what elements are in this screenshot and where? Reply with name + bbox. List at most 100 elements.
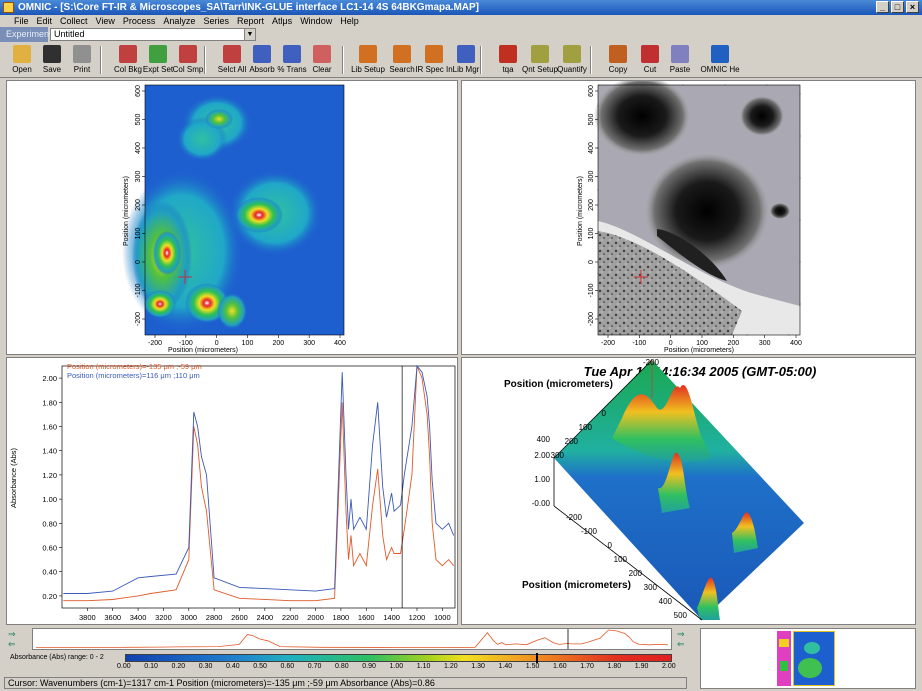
experiment-value: Untitled xyxy=(54,29,85,39)
colorbar-tick-label: 1.30 xyxy=(471,663,485,670)
video-image-pane[interactable]: -200 -100 0 100 200 300 400 600 500 400 300 200 100 0… xyxy=(461,76,916,355)
toolbar-label: Copy xyxy=(608,65,628,74)
surface-bottom-tick-label: 100 xyxy=(614,555,628,564)
menu-item-help[interactable]: Help xyxy=(340,15,359,27)
y-tick-label: 200 xyxy=(135,199,142,211)
colorbar-tick-label: 1.70 xyxy=(580,663,594,670)
y-tick-label: 500 xyxy=(135,114,142,126)
menu-item-series[interactable]: Series xyxy=(203,15,229,27)
select-all-icon xyxy=(223,45,241,63)
menu-item-view[interactable]: View xyxy=(96,15,115,27)
surface-z-tick-label: -0.00 xyxy=(532,499,551,508)
toolbar-label: OMNIC He xyxy=(700,65,740,74)
spectrum-line-1 xyxy=(63,365,455,602)
scissors-icon xyxy=(641,45,659,63)
map-x-label: Position (micrometers) xyxy=(168,347,238,354)
clear-button[interactable]: Clear xyxy=(302,45,342,77)
x-tick-label: 1600 xyxy=(358,613,375,622)
toolbar-label: Paste xyxy=(669,65,691,74)
colorbar-tick-label: 1.50 xyxy=(525,663,540,670)
print-button[interactable]: Print xyxy=(62,45,102,77)
copy-icon xyxy=(609,45,627,63)
toolbar-label: Open xyxy=(12,65,32,74)
thumbnail-map[interactable] xyxy=(793,631,835,686)
menu-item-atlμs[interactable]: Atlμs xyxy=(272,15,292,27)
toolbar-label: tqa xyxy=(502,65,514,74)
y-tick-label: 500 xyxy=(588,114,595,126)
surface-z-tick-label: 2.00 xyxy=(534,451,550,460)
arrow-left-icon[interactable]: ⇐ xyxy=(677,639,697,649)
x-tick-label: 0 xyxy=(215,340,219,347)
colorbar-tick-label: 1.60 xyxy=(553,663,567,670)
window-controls: _ □ × xyxy=(876,1,919,13)
quantify-button[interactable]: Quantify xyxy=(552,45,592,77)
arrow-right-icon[interactable]: ⇒ xyxy=(8,629,28,639)
ir-spec-interpret-icon xyxy=(425,45,443,63)
chevron-down-icon[interactable]: ▼ xyxy=(244,29,255,40)
y-tick-label: -100 xyxy=(588,283,595,297)
col-smp-button[interactable]: Col Smp xyxy=(168,45,208,77)
nav-arrows-right[interactable]: ⇒ ⇐ xyxy=(677,629,697,651)
omnic-app-icon xyxy=(3,2,14,13)
x-tick-label: 2400 xyxy=(256,613,273,622)
y-tick-label: 0.40 xyxy=(42,568,57,577)
search-icon xyxy=(393,45,411,63)
surface-axis-label-bottom: Position (micrometers) xyxy=(522,580,631,591)
menu-item-report[interactable]: Report xyxy=(237,15,264,27)
video-y-label: Position (micrometers) xyxy=(577,176,584,246)
menu-item-file[interactable]: File xyxy=(14,15,29,27)
folder-open-icon xyxy=(13,45,31,63)
colorbar-tick-label: 0.50 xyxy=(253,663,267,670)
overview-spectrum[interactable] xyxy=(32,628,672,650)
toolbar-label: Clear xyxy=(312,65,332,74)
colorbar-tick-label: 1.00 xyxy=(389,663,404,670)
x-tick-label: 3400 xyxy=(130,613,147,622)
y-tick-label: 0.60 xyxy=(42,544,57,553)
colorbar-tick-label: 0.10 xyxy=(144,663,158,670)
x-tick-label: 300 xyxy=(303,340,315,347)
nav-arrows-left[interactable]: ⇒ ⇐ xyxy=(8,629,28,651)
surface-left-tick-label: -200 xyxy=(643,358,660,367)
map-thumbnail-panel[interactable] xyxy=(700,628,916,689)
colorbar-tick-label: 0.40 xyxy=(226,663,240,670)
x-tick-label: 0 xyxy=(669,340,673,347)
colorbar-marker[interactable] xyxy=(536,653,538,663)
omnic-he-button[interactable]: OMNIC He xyxy=(700,45,740,77)
x-tick-label: 400 xyxy=(790,340,802,347)
clear-icon xyxy=(313,45,331,63)
surface-axis-label-top: Position (micrometers) xyxy=(504,379,613,390)
close-button[interactable]: × xyxy=(906,1,919,13)
y-tick-label: 0.20 xyxy=(42,592,57,601)
quantify-icon xyxy=(563,45,581,63)
experiment-select[interactable]: Untitled ▼ xyxy=(50,28,256,41)
maximize-button[interactable]: □ xyxy=(891,1,904,13)
chemical-map-pane[interactable]: -200 -100 0 100 200 300 400 600 500 400 300 200 100 0… xyxy=(6,80,458,355)
menu-item-collect[interactable]: Collect xyxy=(60,15,88,27)
menu-item-analyze[interactable]: Analyze xyxy=(163,15,195,27)
y-tick-label: 100 xyxy=(135,228,142,240)
surface-3d-pane[interactable]: Tue Apr 12 14:16:34 2005 (GMT-05:00) Pos… xyxy=(461,357,916,625)
arrow-right-icon[interactable]: ⇒ xyxy=(677,629,697,639)
minimize-button[interactable]: _ xyxy=(876,1,889,13)
y-tick-label: 1.40 xyxy=(42,447,57,456)
menu-item-edit[interactable]: Edit xyxy=(37,15,53,27)
colorbar-tick-label: 0.20 xyxy=(171,663,186,670)
x-tick-label: 200 xyxy=(727,340,739,347)
spectrum-pane[interactable]: 3800 3600 3400 3200 3000 2800 2600 2400 2200 2000… xyxy=(6,357,458,625)
surface-timestamp: Tue Apr 12 14:16:34 2005 (GMT-05:00) xyxy=(584,364,817,379)
menu-item-process[interactable]: Process xyxy=(123,15,156,27)
legend-series-2: Position (micrometers)=116 μm ;110 μm xyxy=(67,371,200,380)
paste-button[interactable]: Paste xyxy=(660,45,700,77)
x-tick-label: -100 xyxy=(179,340,193,347)
x-tick-label: -200 xyxy=(148,340,162,347)
map-image xyxy=(122,85,344,335)
colorbar-tick-label: 0.80 xyxy=(335,663,349,670)
y-tick-label: 300 xyxy=(588,171,595,183)
lib-mgr-button[interactable]: Lib Mgr xyxy=(446,45,486,77)
overview-spectrum-svg xyxy=(36,629,668,649)
menu-item-window[interactable]: Window xyxy=(300,15,332,27)
y-tick-label: 1.60 xyxy=(42,423,57,432)
arrow-left-icon[interactable]: ⇐ xyxy=(8,639,28,649)
experiment-label: Experiment xyxy=(0,27,52,42)
x-tick-label: 400 xyxy=(334,340,346,347)
